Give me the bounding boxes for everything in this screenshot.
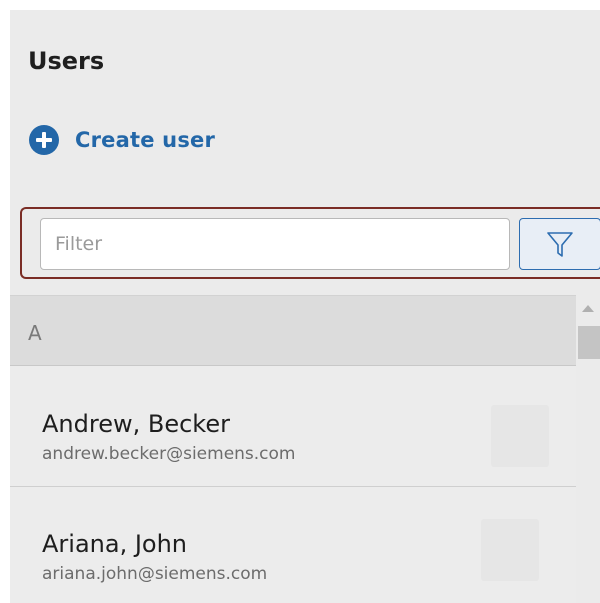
- scroll-up-arrow-icon[interactable]: [582, 305, 594, 312]
- user-name: Andrew, Becker: [42, 410, 230, 438]
- create-user-label: Create user: [75, 128, 216, 152]
- filter-bar: [20, 207, 600, 279]
- scroll-thumb[interactable]: [578, 326, 600, 359]
- avatar: [491, 405, 549, 467]
- users-panel: Users Create user A Andrew, Becker andre…: [10, 10, 600, 603]
- plus-circle-icon: [29, 125, 59, 155]
- filter-input[interactable]: [40, 218, 510, 270]
- page-title: Users: [28, 47, 105, 75]
- user-email: andrew.becker@siemens.com: [42, 444, 296, 464]
- user-email: ariana.john@siemens.com: [42, 564, 268, 584]
- filter-button[interactable]: [519, 218, 600, 270]
- group-letter: A: [28, 321, 42, 345]
- avatar: [481, 519, 539, 581]
- group-header: A: [10, 296, 576, 366]
- scrollbar[interactable]: [576, 295, 600, 603]
- user-list: A Andrew, Becker andrew.becker@siemens.c…: [10, 295, 576, 603]
- list-item-user[interactable]: Andrew, Becker andrew.becker@siemens.com: [10, 366, 576, 486]
- funnel-icon: [547, 232, 573, 257]
- create-user-button[interactable]: Create user: [29, 120, 215, 160]
- user-name: Ariana, John: [42, 530, 188, 558]
- list-item-user[interactable]: Ariana, John ariana.john@siemens.com: [10, 487, 576, 603]
